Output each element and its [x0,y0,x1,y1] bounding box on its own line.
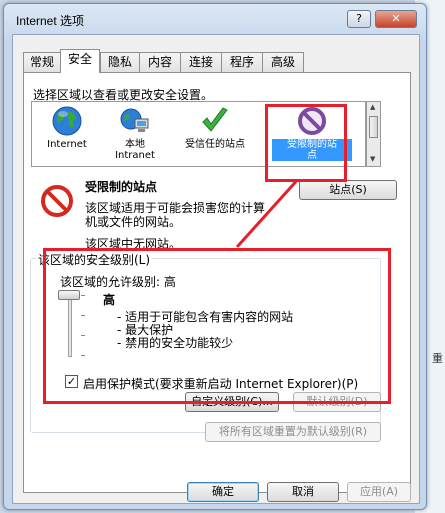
custom-level-button[interactable]: 自定义级别(C)... [185,392,279,412]
restricted-icon [298,107,326,135]
tab-advanced[interactable]: 高级 [262,52,304,72]
tab-programs[interactable]: 程序 [221,52,263,72]
protected-mode-label: 启用保护模式(要求重新启动 Internet Explorer)(P) [83,377,359,391]
zone-title: 受限制的站点 [85,180,158,194]
zone-label: Internet [47,139,87,150]
level-bullet: - 禁用的安全功能较少 [117,336,234,350]
tab-content[interactable]: 内容 [139,52,181,72]
internet-options-dialog: Internet 选项 ? ✕ 常规 安全 隐私 内容 连接 程序 高级 选择区… [3,3,427,510]
zone-empty-text: 该区域中无网站。 [85,237,182,251]
apply-button[interactable]: 应用(A) [347,482,411,502]
close-button[interactable]: ✕ [375,10,417,28]
intranet-icon [120,108,149,132]
checkmark-icon [202,107,228,132]
cancel-button[interactable]: 取消 [267,482,339,502]
sites-button[interactable]: 站点(S) [299,180,397,200]
dialog-client-area: 常规 安全 隐私 内容 连接 程序 高级 选择区域以查看或更改安全设置。 Int… [12,34,420,504]
slider-tick [81,315,85,316]
slider-tick [81,355,85,356]
zone-list[interactable]: Internet 本地 Intranet 受信任的站点 受限制的站 点 [31,101,366,167]
level-name: 高 [103,293,116,307]
protected-mode-checkbox[interactable]: ✓ [65,375,78,388]
zone-label: 受限制的站 [272,139,352,150]
slider-thumb[interactable] [58,290,80,300]
tab-connections[interactable]: 连接 [180,52,222,72]
no-entry-icon [41,185,73,217]
zone-restricted-sites[interactable]: 受限制的站 点 [272,105,352,161]
slider-tick [81,335,85,336]
scroll-down-icon[interactable]: ▼ [370,155,375,163]
zone-label: 受信任的站点 [185,139,245,150]
tab-general[interactable]: 常规 [23,52,61,72]
tab-privacy[interactable]: 隐私 [100,52,140,72]
reset-all-zones-button[interactable]: 将所有区域重置为默认级别(R) [205,422,381,442]
help-button[interactable]: ? [347,10,371,28]
scroll-up-icon[interactable]: ▲ [370,103,375,111]
zone-label-line2: 点 [272,150,352,161]
scroll-thumb[interactable] [369,116,378,138]
default-level-button[interactable]: 默认级别(D) [293,392,381,412]
zone-local-intranet[interactable]: 本地 Intranet [102,105,168,161]
slider-track [68,295,72,357]
window-title: Internet 选项 [16,14,85,28]
zone-internet[interactable]: Internet [34,105,100,150]
zone-label: 本地 [125,139,145,150]
zone-description-line2: 机或文件的网站。 [85,215,182,229]
zone-trusted-sites[interactable]: 受信任的站点 [182,105,248,150]
zone-list-scrollbar[interactable]: ▲ ▼ [366,101,381,167]
tab-security[interactable]: 安全 [60,49,100,73]
globe-icon [52,106,82,136]
ok-button[interactable]: 确定 [187,482,259,502]
security-level-slider[interactable] [48,250,88,370]
zone-label-line2: Intranet [115,150,155,161]
slider-tick [81,295,85,296]
background-text: 重 [432,352,443,365]
